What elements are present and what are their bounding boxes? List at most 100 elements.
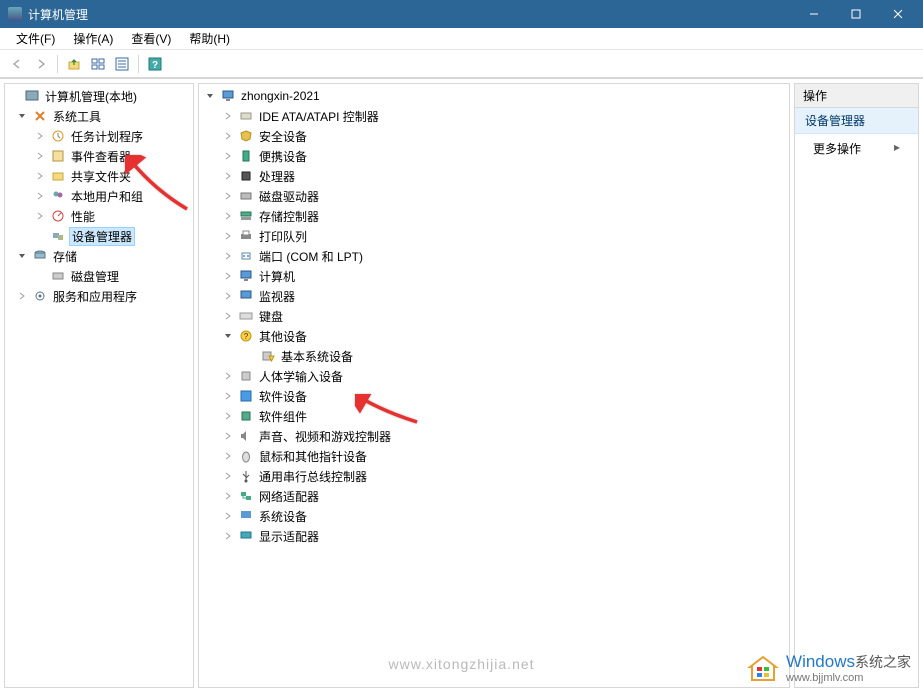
chevron-right-icon[interactable] (221, 489, 235, 503)
window-title: 计算机管理 (28, 6, 88, 23)
view-options-button[interactable] (87, 53, 109, 75)
tree-node-computers[interactable]: 计算机 (199, 266, 789, 286)
chevron-right-icon[interactable] (221, 509, 235, 523)
chevron-right-icon[interactable] (221, 449, 235, 463)
services-icon (32, 288, 48, 304)
warning-device-icon (260, 348, 276, 364)
chevron-right-icon[interactable] (221, 129, 235, 143)
tree-node-ide[interactable]: IDE ATA/ATAPI 控制器 (199, 106, 789, 126)
chevron-right-icon[interactable] (221, 109, 235, 123)
tree-node-services-apps[interactable]: 服务和应用程序 (5, 286, 193, 306)
help-button[interactable]: ? (144, 53, 166, 75)
tree-node-shared-folders[interactable]: 共享文件夹 (5, 166, 193, 186)
chevron-right-icon[interactable] (221, 209, 235, 223)
more-actions-label: 更多操作 (813, 142, 861, 156)
chevron-right-icon[interactable] (221, 309, 235, 323)
tree-node-mice[interactable]: 鼠标和其他指针设备 (199, 446, 789, 466)
chevron-right-icon[interactable] (33, 169, 47, 183)
tree-node-storage[interactable]: 存储 (5, 246, 193, 266)
tree-node-other-devices[interactable]: ? 其他设备 (199, 326, 789, 346)
chevron-right-icon[interactable] (221, 429, 235, 443)
tree-node-hid[interactable]: 人体学输入设备 (199, 366, 789, 386)
chevron-down-icon[interactable] (15, 109, 29, 123)
chevron-right-icon[interactable] (221, 289, 235, 303)
tree-node-device-manager[interactable]: 设备管理器 (5, 226, 193, 246)
chevron-right-icon[interactable] (221, 189, 235, 203)
chevron-right-icon[interactable] (33, 209, 47, 223)
tree-node-processors[interactable]: 处理器 (199, 166, 789, 186)
tree-node-system-tools[interactable]: 系统工具 (5, 106, 193, 126)
tree-node-monitors[interactable]: 监视器 (199, 286, 789, 306)
chevron-right-icon[interactable] (221, 229, 235, 243)
tree-node-task-scheduler[interactable]: 任务计划程序 (5, 126, 193, 146)
actions-header: 操作 (795, 84, 918, 108)
toolbar: ? (0, 50, 923, 78)
clock-icon (50, 128, 66, 144)
tree-node-sound[interactable]: 声音、视频和游戏控制器 (199, 426, 789, 446)
tree-node-base-system-device[interactable]: 基本系统设备 (199, 346, 789, 366)
up-level-button[interactable] (63, 53, 85, 75)
computer-mgmt-icon (24, 88, 40, 104)
menu-file[interactable]: 文件(F) (8, 28, 63, 49)
tree-node-root[interactable]: 计算机管理(本地) (5, 86, 193, 106)
tree-node-disk-drives[interactable]: 磁盘驱动器 (199, 186, 789, 206)
tree-node-security[interactable]: 安全设备 (199, 126, 789, 146)
chevron-right-icon[interactable] (221, 529, 235, 543)
chevron-right-icon[interactable] (15, 289, 29, 303)
chevron-right-icon[interactable] (221, 249, 235, 263)
chevron-right-icon[interactable] (33, 129, 47, 143)
watermark-brand: Windows系统之家 (786, 652, 911, 672)
tree-node-display[interactable]: 显示适配器 (199, 526, 789, 546)
tree-node-portable[interactable]: 便携设备 (199, 146, 789, 166)
tree-node-print-queues[interactable]: 打印队列 (199, 226, 789, 246)
tree-node-usb[interactable]: 通用串行总线控制器 (199, 466, 789, 486)
menu-help[interactable]: 帮助(H) (181, 28, 238, 49)
performance-icon (50, 208, 66, 224)
tree-node-computer-root[interactable]: zhongxin-2021 (199, 86, 789, 106)
chevron-right-icon[interactable] (33, 149, 47, 163)
tree-node-ports[interactable]: 端口 (COM 和 LPT) (199, 246, 789, 266)
tree-node-performance[interactable]: 性能 (5, 206, 193, 226)
tree-node-network[interactable]: 网络适配器 (199, 486, 789, 506)
app-icon (8, 7, 22, 21)
hid-icon (238, 368, 254, 384)
tree-label: zhongxin-2021 (239, 89, 322, 103)
chevron-right-icon[interactable] (221, 389, 235, 403)
watermark-brand-zh: 系统之家 (855, 654, 911, 670)
chevron-right-icon[interactable] (221, 469, 235, 483)
chevron-right-icon[interactable] (221, 369, 235, 383)
tree-node-keyboards[interactable]: 键盘 (199, 306, 789, 326)
close-button[interactable] (877, 0, 919, 28)
tree-node-software-components[interactable]: 软件组件 (199, 406, 789, 426)
chevron-right-icon[interactable] (221, 169, 235, 183)
tree-node-event-viewer[interactable]: 事件查看器 (5, 146, 193, 166)
menu-action[interactable]: 操作(A) (65, 28, 121, 49)
toolbar-separator (138, 55, 139, 73)
more-actions-item[interactable]: 更多操作 ▸ (795, 134, 918, 163)
chevron-right-icon[interactable] (221, 409, 235, 423)
tree-label: 共享文件夹 (69, 168, 133, 185)
back-button[interactable] (6, 53, 28, 75)
tree-node-system-devices[interactable]: 系统设备 (199, 506, 789, 526)
tree-node-disk-management[interactable]: 磁盘管理 (5, 266, 193, 286)
chevron-down-icon[interactable] (221, 329, 235, 343)
printer-icon (238, 228, 254, 244)
chevron-right-icon[interactable] (221, 149, 235, 163)
expander-none (33, 269, 47, 283)
tree-node-software-devices[interactable]: 软件设备 (199, 386, 789, 406)
menubar: 文件(F) 操作(A) 查看(V) 帮助(H) (0, 28, 923, 50)
chevron-down-icon[interactable] (203, 89, 217, 103)
chevron-right-icon[interactable] (221, 269, 235, 283)
menu-view[interactable]: 查看(V) (123, 28, 179, 49)
titlebar-left: 计算机管理 (4, 6, 88, 23)
minimize-button[interactable] (793, 0, 835, 28)
properties-button[interactable] (111, 53, 133, 75)
maximize-button[interactable] (835, 0, 877, 28)
users-icon (50, 188, 66, 204)
forward-button[interactable] (30, 53, 52, 75)
chevron-down-icon[interactable] (15, 249, 29, 263)
watermark-corner: Windows系统之家 www.bjjmlv.com (746, 652, 911, 684)
tree-node-local-users[interactable]: 本地用户和组 (5, 186, 193, 206)
tree-node-storage-ctrl[interactable]: 存储控制器 (199, 206, 789, 226)
chevron-right-icon[interactable] (33, 189, 47, 203)
